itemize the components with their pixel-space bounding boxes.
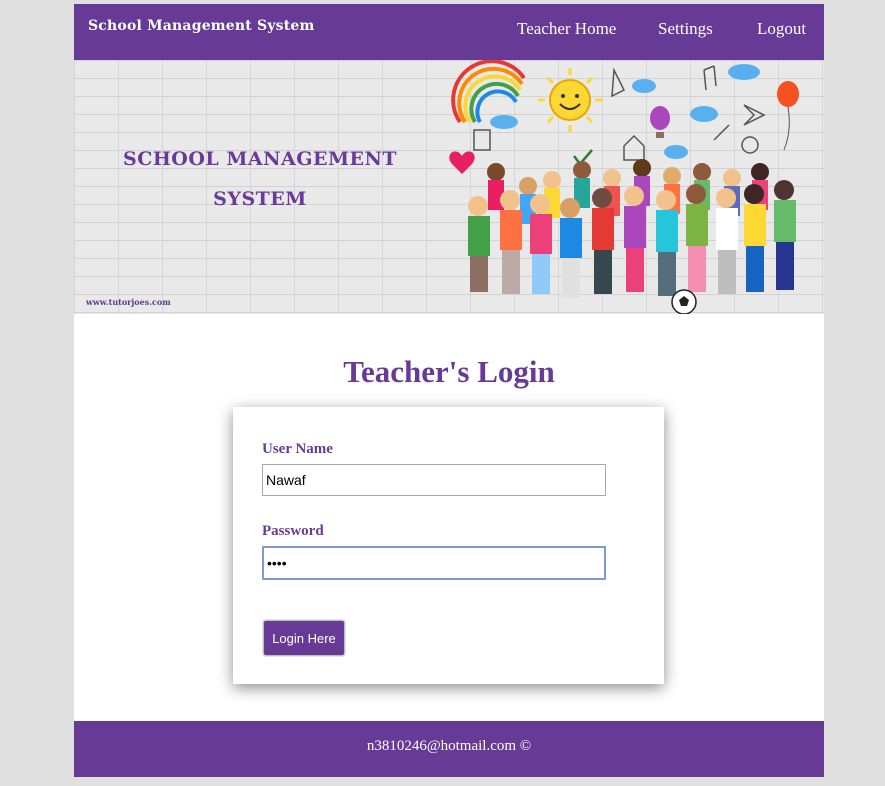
footer: n3810246@hotmail.com ©	[74, 721, 824, 777]
username-label: User Name	[262, 441, 333, 457]
children-illustration	[449, 60, 799, 314]
navbar: School Management System Teacher Home Se…	[74, 4, 824, 60]
banner-title-line1: SCHOOL MANAGEMENT	[123, 148, 397, 170]
password-input[interactable]	[262, 546, 606, 580]
nav-link-settings[interactable]: Settings	[658, 19, 713, 39]
page-title: Teacher's Login	[343, 354, 555, 389]
balloon-icon	[650, 81, 799, 151]
page-container: School Management System Teacher Home Se…	[74, 4, 824, 777]
rainbow-icon	[451, 60, 526, 124]
footer-contact: n3810246@hotmail.com ©	[366, 738, 532, 754]
login-form-card: User Name Password Login Here	[233, 407, 664, 684]
username-input[interactable]	[262, 464, 606, 496]
heart-icon	[449, 151, 475, 174]
nav-link-teacher-home[interactable]: Teacher Home	[517, 19, 616, 39]
soccer-ball-icon	[671, 289, 697, 314]
nav-link-logout[interactable]: Logout	[757, 19, 806, 39]
banner-website: www.tutorjoes.com	[86, 297, 171, 307]
banner-title-line2: SYSTEM	[213, 188, 307, 210]
brand-title[interactable]: School Management System	[88, 18, 315, 34]
hero-banner: SCHOOL MANAGEMENT SYSTEM www.tutorjoes.c…	[74, 60, 824, 314]
password-label: Password	[262, 523, 324, 539]
login-button[interactable]: Login Here	[263, 620, 345, 656]
children-group	[468, 159, 796, 314]
sun-icon	[538, 68, 602, 132]
